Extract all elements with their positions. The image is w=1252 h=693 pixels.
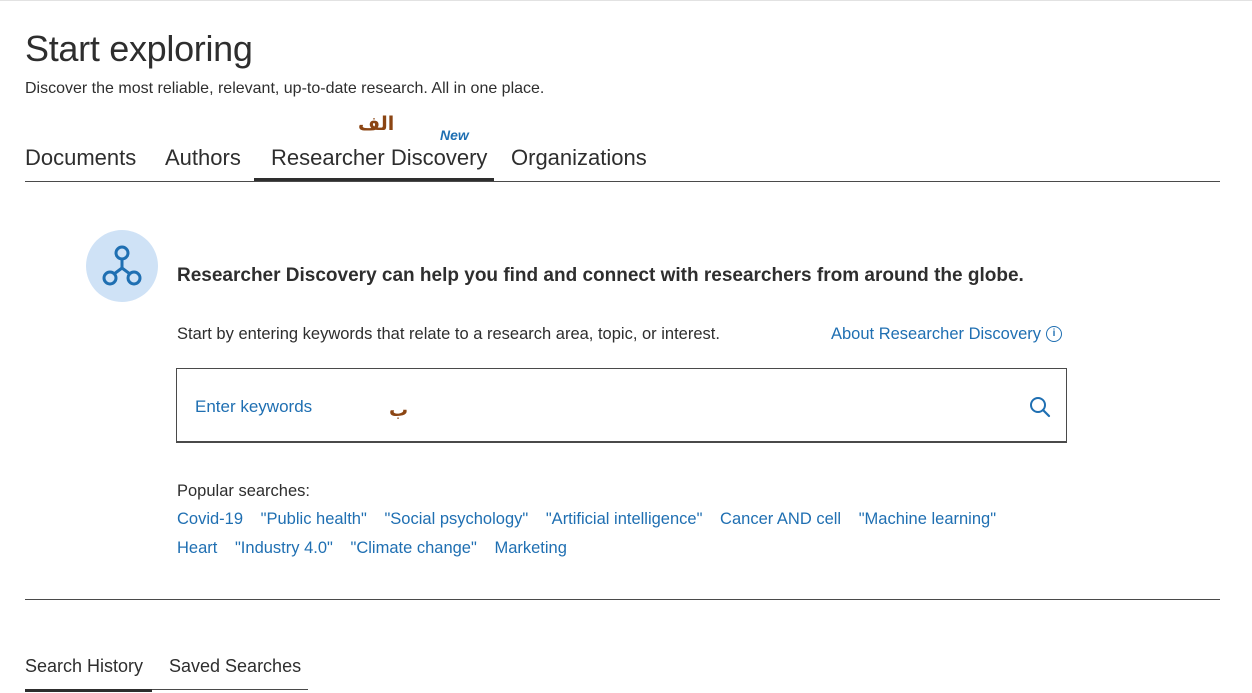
tab-authors[interactable]: Authors [165,141,241,181]
page: Start exploring Discover the most reliab… [0,0,1252,693]
page-title: Start exploring [25,28,253,69]
about-link-label: About Researcher Discovery [831,325,1042,343]
keyword-search-input[interactable] [193,389,1017,425]
popular-search-link[interactable]: "Public health" [261,510,367,528]
popular-searches-row-2: Heart "Industry 4.0" "Climate change" Ma… [177,538,580,558]
search-icon[interactable] [1029,396,1051,418]
info-icon: i [1046,326,1063,342]
discovery-headline: Researcher Discovery can help you find a… [177,265,1024,286]
tab-researcher-discovery[interactable]: Researcher Discovery [254,141,494,181]
network-nodes-icon [86,230,158,302]
popular-search-link[interactable]: Covid-19 [177,510,243,528]
popular-search-link[interactable]: "Climate change" [350,539,476,557]
history-tabs: Search History Saved Searches [25,653,308,692]
tab-documents[interactable]: Documents [25,141,136,181]
annotation-alef: الف [358,113,395,135]
popular-search-link[interactable]: Cancer AND cell [720,510,841,528]
page-subtitle: Discover the most reliable, relevant, up… [25,80,545,97]
tab-researcher-discovery-label: Researcher Discovery [271,145,488,170]
tab-organizations[interactable]: Organizations [511,141,647,181]
annotation-be: ب [389,399,409,421]
popular-search-link[interactable]: "Social psychology" [384,510,528,528]
about-researcher-discovery-link[interactable]: About Researcher Discovery i [831,324,1063,344]
popular-search-link[interactable]: "Industry 4.0" [235,539,333,557]
popular-search-link[interactable]: Marketing [494,539,566,557]
popular-searches-label: Popular searches: [177,482,310,500]
popular-search-link[interactable]: Heart [177,539,217,557]
tab-saved-searches[interactable]: Saved Searches [169,653,301,689]
popular-search-link[interactable]: "Artificial intelligence" [546,510,703,528]
popular-search-link[interactable]: "Machine learning" [859,510,996,528]
keyword-search-box [176,368,1067,443]
discovery-instructions: Start by entering keywords that relate t… [177,325,720,343]
section-divider [25,599,1220,600]
tab-search-history[interactable]: Search History [25,653,152,692]
search-type-tabs: Documents Authors Researcher Discovery O… [25,141,1220,182]
popular-searches-row-1: Covid-19 "Public health" "Social psychol… [177,509,1009,529]
